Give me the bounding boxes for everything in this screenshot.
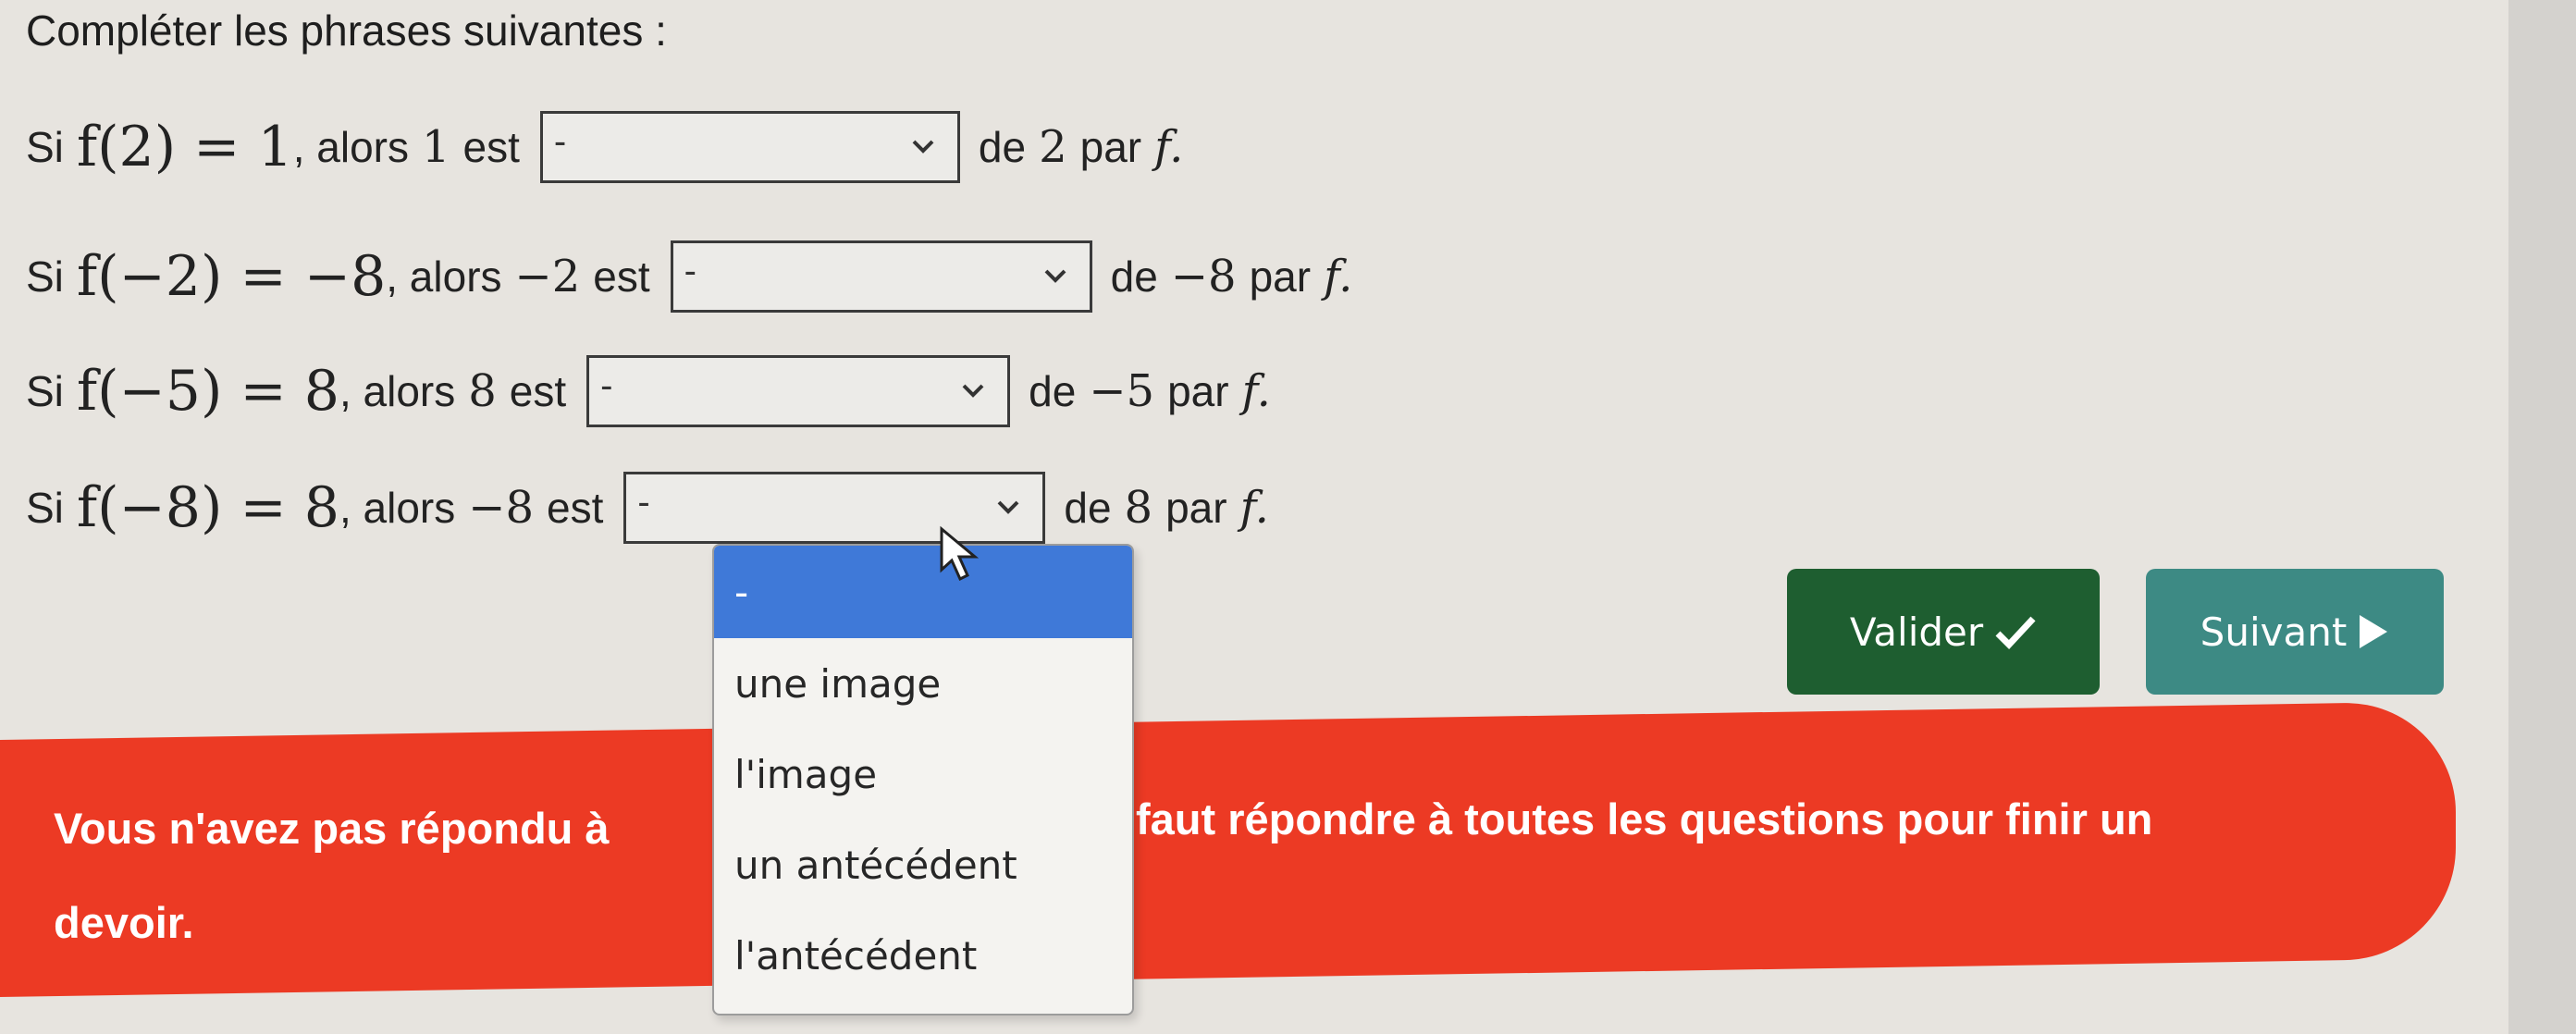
- error-message-part2: faut répondre à toutes les questions pou…: [1136, 794, 2153, 843]
- alors-label: , alors: [386, 252, 502, 301]
- dropdown-option-empty[interactable]: -: [714, 546, 1132, 638]
- target-value: −8: [1170, 251, 1237, 302]
- valider-button[interactable]: Valider: [1787, 569, 2100, 695]
- est-label: est: [462, 123, 520, 171]
- value: 1: [421, 121, 450, 173]
- check-icon: [1995, 616, 2036, 650]
- chevron-down-icon: [962, 384, 984, 398]
- target-value: −5: [1089, 365, 1155, 417]
- instruction-title: Compléter les phrases suivantes :: [26, 6, 667, 55]
- dropdown-option-un-antecedent[interactable]: un antécédent: [714, 819, 1132, 910]
- par-label: par: [1079, 123, 1142, 171]
- suivant-label: Suivant: [2200, 609, 2348, 655]
- function-name: f.: [1239, 482, 1269, 534]
- si-label: Si: [26, 484, 64, 532]
- function-expression: f(−5) = 8: [76, 359, 339, 424]
- dropdown-option-l-image[interactable]: l'image: [714, 729, 1132, 819]
- alors-label: , alors: [292, 123, 409, 171]
- value: −2: [514, 251, 581, 302]
- par-label: par: [1165, 484, 1227, 532]
- suivant-button[interactable]: Suivant: [2146, 569, 2444, 695]
- de-label: de: [1110, 252, 1158, 301]
- select-value: -: [637, 482, 650, 523]
- chevron-down-icon: [997, 500, 1019, 514]
- par-label: par: [1249, 252, 1312, 301]
- alors-label: , alors: [339, 367, 456, 415]
- dropdown-option-une-image[interactable]: une image: [714, 638, 1132, 729]
- sentence-row-3: Si f(−5) = 8 , alors 8 est - de −5 par f…: [26, 350, 1271, 433]
- de-label: de: [978, 123, 1027, 171]
- valider-label: Valider: [1849, 609, 1984, 655]
- value: −8: [468, 482, 534, 534]
- value: 8: [468, 365, 497, 417]
- answer-select-2[interactable]: -: [670, 240, 1092, 313]
- error-message-part3: devoir.: [54, 898, 194, 947]
- select-value: -: [600, 365, 613, 406]
- sentence-row-4: Si f(−8) = 8 , alors −8 est - de 8 par f…: [26, 466, 1269, 549]
- function-expression: f(2) = 1: [76, 115, 293, 179]
- dropdown-option-l-antecedent[interactable]: l'antécédent: [714, 910, 1132, 1001]
- right-edge-strip: [2508, 0, 2576, 1034]
- error-message-part1: Vous n'avez pas répondu à: [54, 804, 610, 853]
- function-expression: f(−2) = −8: [76, 244, 387, 309]
- function-name: f.: [1324, 251, 1353, 302]
- target-value: 8: [1124, 482, 1153, 534]
- mouse-cursor-icon: [940, 525, 980, 582]
- play-icon: [2360, 615, 2388, 648]
- est-label: est: [547, 484, 604, 532]
- select-value: -: [553, 121, 567, 162]
- de-label: de: [1064, 484, 1112, 532]
- alors-label: , alors: [339, 484, 456, 532]
- sentence-row-2: Si f(−2) = −8 , alors −2 est - de −8 par…: [26, 235, 1352, 318]
- si-label: Si: [26, 252, 64, 301]
- function-name: f.: [1154, 121, 1184, 173]
- sentence-row-1: Si f(2) = 1 , alors 1 est - de 2 par f.: [26, 105, 1183, 189]
- si-label: Si: [26, 367, 64, 415]
- de-label: de: [1029, 367, 1077, 415]
- chevron-down-icon: [912, 140, 934, 154]
- si-label: Si: [26, 123, 64, 171]
- chevron-down-icon: [1044, 269, 1066, 283]
- est-label: est: [509, 367, 567, 415]
- answer-select-3[interactable]: -: [586, 355, 1011, 427]
- function-name: f.: [1241, 365, 1271, 417]
- dropdown-list: - une image l'image un antécédent l'anté…: [712, 544, 1134, 1016]
- par-label: par: [1167, 367, 1229, 415]
- target-value: 2: [1039, 121, 1067, 173]
- function-expression: f(−8) = 8: [76, 475, 339, 540]
- est-label: est: [593, 252, 650, 301]
- answer-select-1[interactable]: -: [539, 111, 960, 183]
- select-value: -: [684, 251, 696, 291]
